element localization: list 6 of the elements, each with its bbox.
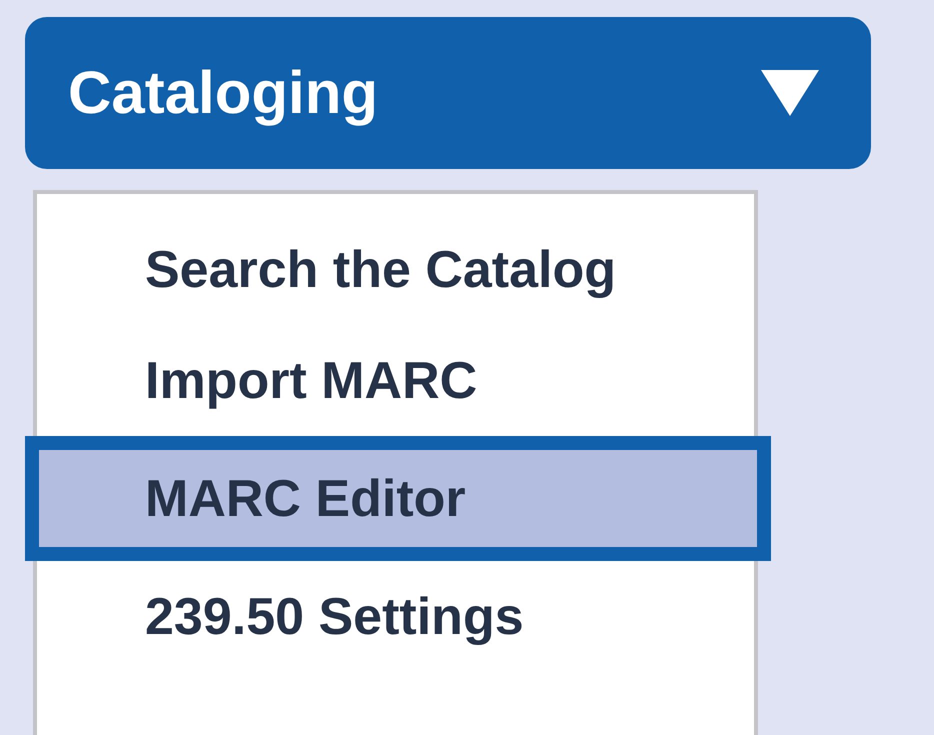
- caret-icon: [761, 70, 819, 116]
- menu-item[interactable]: Search the Catalog: [37, 214, 754, 325]
- menu-item[interactable]: Import MARC: [37, 325, 754, 436]
- menu-item[interactable]: 239.50 Settings: [37, 561, 754, 672]
- menu-item[interactable]: MARC Editor: [25, 436, 771, 561]
- menu-button[interactable]: Cataloging: [25, 17, 871, 169]
